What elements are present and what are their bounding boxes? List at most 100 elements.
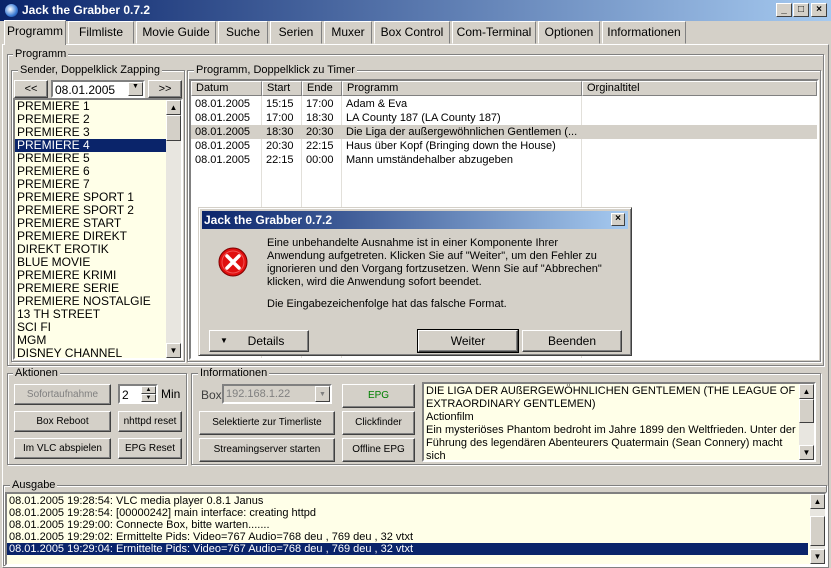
- sofortaufnahme-button[interactable]: Sofortaufnahme: [14, 384, 111, 405]
- output-line[interactable]: 08.01.2005 19:28:54: [00000242] main int…: [7, 507, 808, 519]
- scroll-down-icon[interactable]: ▼: [166, 343, 181, 358]
- sender-list-item[interactable]: PREMIERE SPORT 2: [15, 204, 166, 217]
- output-line[interactable]: 08.01.2005 19:29:00: Connecte Box, bitte…: [7, 519, 808, 531]
- scroll-up-icon[interactable]: ▲: [810, 494, 825, 509]
- sender-list-item[interactable]: 13 TH STREET: [15, 308, 166, 321]
- column-header-programm[interactable]: Programm: [342, 81, 582, 96]
- vlc-play-button[interactable]: Im VLC abspielen: [14, 438, 111, 459]
- minutes-stepper[interactable]: 2 ▲ ▼: [118, 384, 158, 404]
- sender-list-item[interactable]: PREMIERE 4: [15, 139, 166, 152]
- dialog-error-text: Die Eingabezeichenfolge hat das falsche …: [267, 298, 507, 310]
- tab-label: Com-Terminal: [456, 25, 532, 39]
- box-reboot-button[interactable]: Box Reboot: [14, 411, 111, 432]
- output-log[interactable]: 08.01.2005 19:28:54: VLC media player 0.…: [5, 492, 827, 566]
- clickfinder-button[interactable]: Clickfinder: [342, 411, 415, 435]
- programm-group-label: Programm: [13, 48, 69, 60]
- stepper-up-icon[interactable]: ▲: [141, 386, 156, 394]
- table-cell: 15:15: [266, 98, 294, 110]
- tab-com-terminal[interactable]: Com-Terminal: [452, 21, 536, 44]
- tab-filmliste[interactable]: Filmliste: [68, 21, 134, 44]
- box-ip-select[interactable]: 192.168.1.22 ▼: [222, 384, 332, 404]
- beenden-button[interactable]: Beenden: [522, 330, 622, 352]
- table-row[interactable]: 08.01.2005 15:15 17:00 Adam & Eva: [191, 97, 817, 111]
- table-row[interactable]: 08.01.2005 17:00 18:30 LA County 187 (LA Co…: [191, 111, 817, 125]
- nhttpd-reset-button[interactable]: nhttpd reset: [118, 411, 182, 432]
- app-icon[interactable]: [4, 3, 19, 18]
- table-row[interactable]: 08.01.2005 18:30 20:30 Die Liga der außerge…: [191, 125, 817, 139]
- dialog-titlebar[interactable]: Jack the Grabber 0.7.2: [202, 211, 628, 229]
- minutes-value: 2: [122, 388, 129, 402]
- tab-serien[interactable]: Serien: [270, 21, 322, 44]
- column-header-datum[interactable]: Datum: [191, 81, 262, 96]
- timerliste-button[interactable]: Selektierte zur Timerliste: [199, 411, 335, 435]
- description-scrollbar[interactable]: ▲ ▼: [799, 384, 814, 460]
- description-textbox[interactable]: DIE LIGA DER AUßERGEWÖHNLICHEN GENTLEMEN…: [422, 382, 816, 462]
- sender-list-item[interactable]: PREMIERE DIREKT: [15, 230, 166, 243]
- stepper-down-icon[interactable]: ▼: [141, 394, 156, 402]
- table-row[interactable]: 08.01.2005 20:30 22:15 Haus über Kopf (Brin…: [191, 139, 817, 153]
- scroll-thumb[interactable]: [799, 399, 814, 423]
- window-titlebar[interactable]: Jack the Grabber 0.7.2: [0, 0, 831, 21]
- sender-list-item[interactable]: PREMIERE SPORT 1: [15, 191, 166, 204]
- sender-list-item[interactable]: PREMIERE 7: [15, 178, 166, 191]
- output-scrollbar[interactable]: ▲ ▼: [810, 494, 825, 564]
- next-day-button[interactable]: >>: [148, 80, 182, 98]
- chevron-down-icon[interactable]: ▼: [315, 386, 330, 402]
- tab-box-control[interactable]: Box Control: [374, 21, 450, 44]
- output-line[interactable]: 08.01.2005 19:29:02: Ermittelte Pids: Vi…: [7, 531, 808, 543]
- sender-list-item[interactable]: PREMIERE 1: [15, 100, 166, 113]
- close-button[interactable]: ×: [811, 3, 827, 17]
- details-button[interactable]: ▼ Details: [209, 330, 309, 352]
- tab-informationen[interactable]: Informationen: [602, 21, 686, 44]
- sender-list-item[interactable]: PREMIERE NOSTALGIE: [15, 295, 166, 308]
- tab-programm[interactable]: Programm: [4, 20, 66, 45]
- sender-list-item[interactable]: PREMIERE KRIMI: [15, 269, 166, 282]
- sender-list-item[interactable]: MGM: [15, 334, 166, 347]
- chevron-down-icon[interactable]: ▼: [128, 82, 143, 96]
- prev-day-button[interactable]: <<: [14, 80, 48, 98]
- close-icon: ×: [816, 4, 822, 15]
- table-row[interactable]: 08.01.2005 22:15 00:00 Mann umständehalber …: [191, 153, 817, 167]
- dialog-close-button[interactable]: ×: [611, 213, 625, 226]
- description-text: Ein mysteriöses Phantom bedroht im Jahre…: [426, 424, 796, 462]
- scroll-up-icon[interactable]: ▲: [799, 384, 814, 399]
- sender-list-item[interactable]: PREMIERE 6: [15, 165, 166, 178]
- streaming-button[interactable]: Streamingserver starten: [199, 438, 335, 462]
- tab-suche[interactable]: Suche: [218, 21, 268, 44]
- maximize-button[interactable]: □: [793, 3, 809, 17]
- scroll-down-icon[interactable]: ▼: [799, 445, 814, 460]
- tab-movie-guide[interactable]: Movie Guide: [136, 21, 216, 44]
- tab-muxer[interactable]: Muxer: [324, 21, 372, 44]
- output-line[interactable]: 08.01.2005 19:28:54: VLC media player 0.…: [7, 495, 808, 507]
- offline-epg-button[interactable]: Offline EPG: [342, 438, 415, 462]
- sender-list-item[interactable]: PREMIERE 5: [15, 152, 166, 165]
- output-line[interactable]: 08.01.2005 19:29:04: Ermittelte Pids: Vi…: [7, 543, 808, 555]
- column-header-orginaltitel[interactable]: Orginaltitel: [582, 81, 817, 96]
- sender-list[interactable]: PREMIERE 1 PREMIERE 2 PREMIERE 3 PREMIERE 4…: [13, 98, 183, 360]
- weiter-button[interactable]: Weiter: [417, 329, 519, 353]
- tab-optionen[interactable]: Optionen: [538, 21, 600, 44]
- sender-list-item[interactable]: SCI FI: [15, 321, 166, 334]
- epg-reset-button[interactable]: EPG Reset: [118, 438, 182, 459]
- sender-list-item[interactable]: PREMIERE SERIE: [15, 282, 166, 295]
- sender-list-item[interactable]: BLUE MOVIE: [15, 256, 166, 269]
- close-icon: ×: [615, 213, 621, 224]
- scroll-thumb[interactable]: [810, 516, 825, 546]
- sender-list-item[interactable]: PREMIERE 3: [15, 126, 166, 139]
- column-header-start[interactable]: Start: [262, 81, 302, 96]
- table-cell: LA County 187 (LA County 187): [346, 112, 501, 124]
- scroll-up-icon[interactable]: ▲: [166, 100, 181, 115]
- sender-list-item[interactable]: DISNEY CHANNEL: [15, 347, 166, 358]
- sender-list-item[interactable]: PREMIERE 2: [15, 113, 166, 126]
- date-select[interactable]: 08.01.2005 ▼: [51, 80, 145, 98]
- scroll-down-icon[interactable]: ▼: [810, 549, 825, 564]
- sender-scrollbar[interactable]: ▲ ▼: [166, 100, 181, 358]
- table-cell: [582, 139, 817, 153]
- sender-list-item[interactable]: DIREKT EROTIK: [15, 243, 166, 256]
- scroll-thumb[interactable]: [166, 115, 181, 141]
- minimize-button[interactable]: _: [776, 3, 792, 17]
- sender-list-item[interactable]: PREMIERE START: [15, 217, 166, 230]
- epg-button[interactable]: EPG: [342, 384, 415, 408]
- table-cell: [582, 153, 817, 167]
- column-header-ende[interactable]: Ende: [302, 81, 342, 96]
